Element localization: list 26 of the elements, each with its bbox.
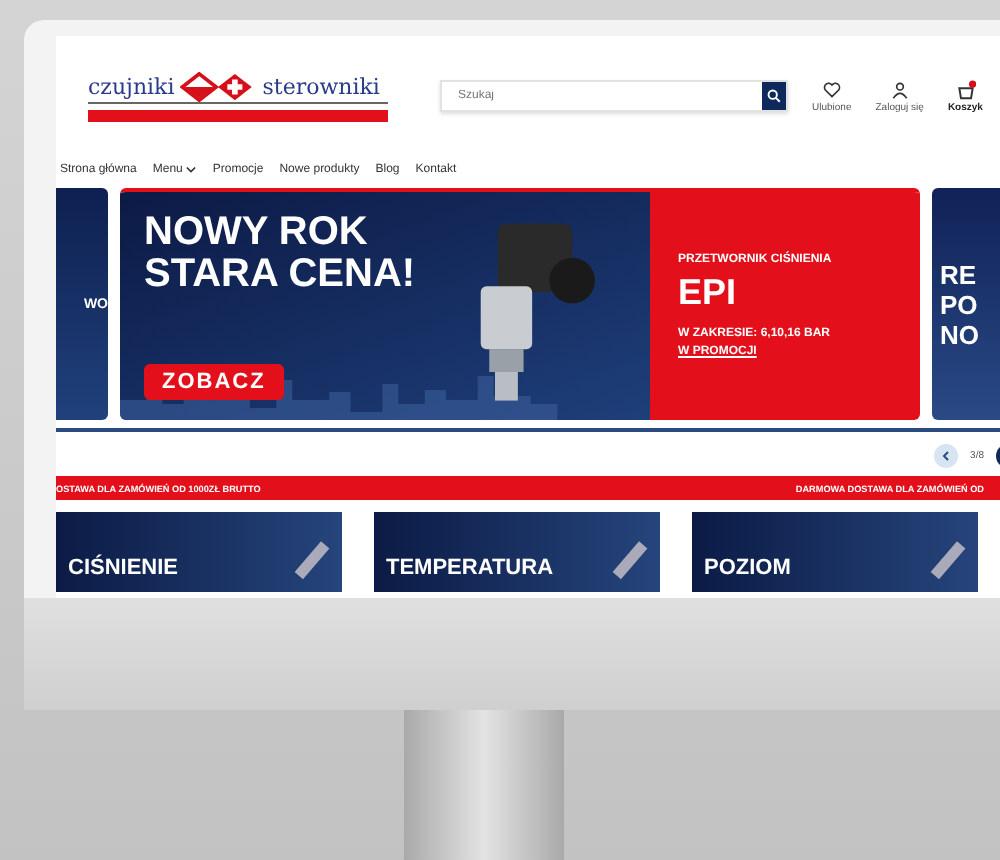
category-tile[interactable]: TEMPERATURA [374,512,660,592]
search-icon [766,88,782,104]
banner-headline: NOWY ROK [144,212,370,254]
sensor-icon [290,536,334,580]
heart-icon [821,79,842,99]
search-button[interactable] [762,82,786,110]
banner-text: PO [940,289,980,319]
logo[interactable]: czujniki sterowniki [88,71,388,121]
banner-headline: STARA CENA! [144,254,418,296]
user-icon [889,79,910,99]
see-button[interactable]: ZOBACZ [144,364,284,400]
logo-text: sterowniki [262,73,380,99]
category-tile[interactable]: CIŚNIENIE [56,512,342,592]
sensor-icon [608,536,652,580]
product-name: EPI [678,272,739,314]
sensor-icon [926,536,970,580]
caret-icon [186,166,197,174]
chevron-left-icon [940,450,953,462]
banner[interactable]: RE PO NO [932,188,1000,420]
logo-text: czujniki [88,73,175,99]
banner-text: RE [940,259,979,289]
banner-text: NO [940,319,981,349]
previous-button[interactable] [934,444,959,468]
category-tile[interactable]: POZIOM [692,512,978,592]
diamond-cross-logo-icon [180,71,257,101]
cart-icon [955,79,976,99]
